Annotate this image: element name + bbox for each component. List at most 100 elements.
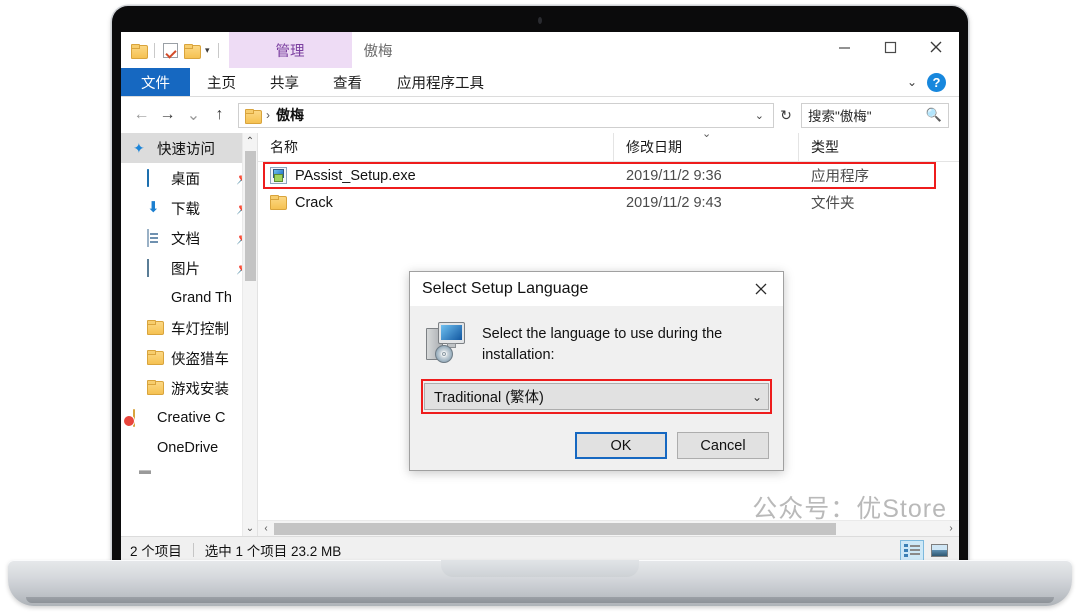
file-date-cell: 2019/11/2 9:36 bbox=[626, 167, 722, 184]
file-rows: PAssist_Setup.exe 2019/11/2 9:36 应用程序 Cr… bbox=[258, 162, 959, 216]
breadcrumb[interactable]: 傲梅 bbox=[276, 105, 304, 125]
sidebar-item-pictures[interactable]: 图片 📌 bbox=[121, 253, 257, 283]
sidebar-item-folder-3[interactable]: 游戏安装 bbox=[121, 373, 257, 403]
column-header-name[interactable]: 名称 bbox=[258, 133, 613, 161]
navigation-bar: ← → ⌄ ↑ › 傲梅 ⌄ ↻ 搜索"傲梅" 🔍 bbox=[121, 97, 959, 133]
sidebar-item-desktop[interactable]: 桌面 📌 bbox=[121, 163, 257, 193]
checkbox-checked-icon[interactable] bbox=[163, 42, 178, 58]
sidebar-item-documents[interactable]: 文档 📌 bbox=[121, 223, 257, 253]
window-controls bbox=[821, 32, 959, 68]
toolbar-divider bbox=[217, 42, 219, 58]
ok-button[interactable]: OK bbox=[575, 432, 667, 460]
scrollbar-track[interactable] bbox=[274, 522, 943, 535]
sidebar-item-folder-2[interactable]: 侠盗猎车 bbox=[121, 343, 257, 373]
dialog-buttons: OK Cancel bbox=[410, 410, 783, 460]
desktop-icon bbox=[147, 169, 164, 187]
sidebar-item-label: 车灯控制 bbox=[171, 321, 229, 338]
tab-home[interactable]: 主页 bbox=[190, 68, 253, 96]
forward-button[interactable]: → bbox=[155, 102, 180, 128]
scrollbar-thumb[interactable] bbox=[245, 151, 256, 281]
dialog-title-bar: Select Setup Language bbox=[410, 272, 783, 306]
setup-installer-icon bbox=[426, 322, 468, 363]
column-header-date[interactable]: 修改日期 ⌄ bbox=[613, 128, 798, 161]
sidebar-item-quick-access[interactable]: ✦ 快速访问 bbox=[121, 133, 257, 163]
sidebar-item-partial: ▬ bbox=[139, 463, 151, 477]
dropdown-caret-icon[interactable]: ▾ bbox=[205, 45, 210, 56]
folder-icon bbox=[147, 380, 164, 396]
sidebar-scrollbar[interactable]: ⌃ ⌄ bbox=[242, 133, 257, 536]
horizontal-scrollbar[interactable]: ‹ › bbox=[258, 520, 959, 536]
folder-icon bbox=[147, 320, 164, 336]
large-icons-view-button[interactable] bbox=[927, 540, 951, 561]
address-input[interactable]: › 傲梅 ⌄ bbox=[238, 102, 774, 128]
dialog-title: Select Setup Language bbox=[422, 280, 589, 297]
sidebar-item-downloads[interactable]: ⬇ 下载 📌 bbox=[121, 193, 257, 223]
picture-icon bbox=[147, 259, 164, 277]
ribbon-right-controls: ⌄ ? bbox=[907, 68, 959, 96]
laptop-screen: ▾ 管理 傲梅 文件 主页 共享 查看 应用程序工具 ⌄ ? ← → ⌄ ↑ ›… bbox=[121, 32, 959, 563]
tab-file[interactable]: 文件 bbox=[121, 68, 190, 96]
scroll-right-arrow[interactable]: › bbox=[943, 523, 959, 534]
contextual-tab-manage[interactable]: 管理 bbox=[228, 32, 352, 68]
folder-icon[interactable] bbox=[184, 43, 201, 59]
screenshot-stage: ▾ 管理 傲梅 文件 主页 共享 查看 应用程序工具 ⌄ ? ← → ⌄ ↑ ›… bbox=[0, 0, 1080, 614]
file-type-cell: 应用程序 bbox=[811, 169, 869, 185]
sidebar-item-label: 文档 bbox=[171, 231, 200, 248]
sidebar-item-label: Creative C bbox=[157, 410, 226, 426]
column-header-type[interactable]: 类型 bbox=[798, 133, 959, 161]
refresh-button[interactable]: ↻ bbox=[775, 107, 797, 124]
folder-icon bbox=[245, 108, 262, 124]
file-name-cell[interactable]: PAssist_Setup.exe bbox=[258, 167, 613, 184]
scroll-left-arrow[interactable]: ‹ bbox=[258, 523, 274, 534]
help-icon[interactable]: ? bbox=[927, 72, 946, 92]
selection-info-label: 选中 1 个项目 23.2 MB bbox=[204, 544, 342, 559]
folder-icon[interactable] bbox=[131, 43, 148, 59]
column-headers: 名称 修改日期 ⌄ 类型 bbox=[258, 128, 959, 162]
document-icon bbox=[147, 229, 164, 247]
minimize-button[interactable] bbox=[821, 32, 867, 62]
window-title: 傲梅 bbox=[363, 44, 393, 60]
file-name-cell[interactable]: Crack bbox=[258, 194, 613, 211]
tab-view[interactable]: 查看 bbox=[316, 68, 379, 96]
laptop-lid: ▾ 管理 傲梅 文件 主页 共享 查看 应用程序工具 ⌄ ? ← → ⌄ ↑ ›… bbox=[112, 6, 968, 574]
search-placeholder: 搜索"傲梅" bbox=[808, 109, 872, 124]
sidebar-item-label: 快速访问 bbox=[157, 141, 215, 158]
dialog-message: Select the language to use during the in… bbox=[482, 326, 723, 363]
close-button[interactable] bbox=[913, 32, 959, 62]
item-count-label: 2 个项目 bbox=[130, 544, 182, 559]
tab-application-tools[interactable]: 应用程序工具 bbox=[379, 68, 502, 96]
chevron-down-icon[interactable]: ⌄ bbox=[907, 75, 917, 89]
details-view-button[interactable] bbox=[900, 539, 924, 561]
tab-share[interactable]: 共享 bbox=[253, 68, 316, 96]
sidebar-item-creative-cloud[interactable]: Creative C bbox=[121, 403, 257, 433]
file-name-label: Crack bbox=[295, 194, 333, 211]
language-select[interactable]: Traditional (繁体) ⌄ bbox=[424, 383, 769, 411]
sidebar-item-label: 游戏安装 bbox=[171, 381, 229, 398]
table-row[interactable]: Crack 2019/11/2 9:43 文件夹 bbox=[258, 189, 959, 216]
sidebar-item-folder-1[interactable]: 车灯控制 bbox=[121, 313, 257, 343]
back-button[interactable]: ← bbox=[129, 102, 154, 128]
maximize-button[interactable] bbox=[867, 32, 913, 62]
status-divider bbox=[192, 543, 194, 557]
table-row[interactable]: PAssist_Setup.exe 2019/11/2 9:36 应用程序 bbox=[258, 162, 959, 189]
scrollbar-thumb[interactable] bbox=[274, 522, 836, 535]
dialog-close-button[interactable] bbox=[741, 273, 781, 305]
cancel-button[interactable]: Cancel bbox=[677, 432, 769, 460]
search-input[interactable]: 搜索"傲梅" 🔍 bbox=[801, 102, 949, 128]
status-bar: 2 个项目 选中 1 个项目 23.2 MB bbox=[121, 536, 959, 563]
sidebar-item-onedrive[interactable]: OneDrive bbox=[121, 433, 257, 463]
navigation-pane: ✦ 快速访问 桌面 📌 ⬇ 下载 📌 bbox=[121, 133, 257, 536]
chevron-down-icon[interactable]: ⌄ bbox=[752, 390, 762, 404]
laptop-base bbox=[8, 560, 1072, 606]
sidebar-item-grand-theft[interactable]: Grand Th bbox=[121, 283, 257, 313]
view-buttons bbox=[900, 539, 959, 561]
select-setup-language-dialog: Select Setup Language Select the languag… bbox=[409, 271, 784, 471]
search-icon[interactable]: 🔍 bbox=[926, 107, 942, 123]
scroll-down-arrow[interactable]: ⌄ bbox=[243, 520, 257, 536]
creative-cloud-icon bbox=[133, 409, 150, 427]
star-icon: ✦ bbox=[133, 140, 145, 156]
up-button[interactable]: ↑ bbox=[207, 102, 232, 128]
scroll-up-arrow[interactable]: ⌃ bbox=[243, 133, 257, 149]
chevron-down-icon[interactable]: ⌄ bbox=[750, 109, 769, 122]
recent-locations-button[interactable]: ⌄ bbox=[181, 102, 206, 128]
